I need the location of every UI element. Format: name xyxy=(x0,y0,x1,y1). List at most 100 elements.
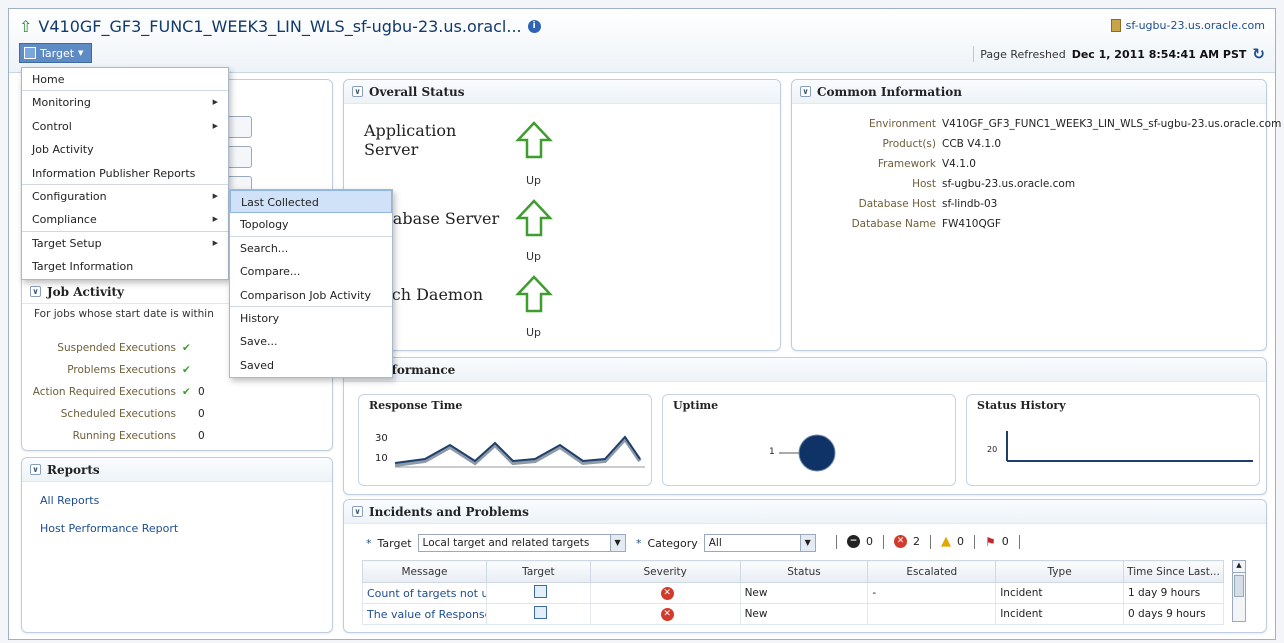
column-header[interactable]: Time Since Last... xyxy=(1123,560,1224,583)
performance-header: ∨ Performance xyxy=(344,358,1266,382)
scroll-up-icon[interactable]: ▲ xyxy=(1233,561,1245,573)
menu-item-label: Topology xyxy=(240,218,289,232)
status-name: Application Server xyxy=(364,121,457,159)
menu-item-configuration[interactable]: Configuration ▶ xyxy=(22,185,228,208)
chevron-down-icon: ▼ xyxy=(799,535,815,551)
menu-item-target-information[interactable]: Target Information xyxy=(22,255,228,278)
menu-item-history[interactable]: History xyxy=(230,307,392,330)
table-row[interactable]: The value of Response ✕ New Incident 0 d… xyxy=(362,603,1224,625)
incident-message-link[interactable]: Count of targets not up xyxy=(362,582,487,604)
fatal-count[interactable]: −0 xyxy=(847,535,873,548)
menu-item-target-setup[interactable]: Target Setup ▶ xyxy=(22,232,228,255)
menu-item-saved[interactable]: Saved xyxy=(230,354,392,377)
all-reports-link[interactable]: All Reports xyxy=(40,494,99,507)
target-cell xyxy=(486,603,591,625)
host-link[interactable]: sf-ugbu-23.us.oracle.com xyxy=(1110,19,1265,32)
menu-item-information-publisher-reports[interactable]: Information Publisher Reports xyxy=(22,162,228,185)
job-row: Problems Executions ✔ xyxy=(22,364,198,376)
menu-item-monitoring[interactable]: Monitoring ▶ xyxy=(22,91,228,114)
scroll-thumb[interactable] xyxy=(1234,575,1244,597)
up-arrow-icon xyxy=(515,275,553,313)
up-arrow-icon: ⇧ xyxy=(19,17,33,36)
menu-item-home[interactable]: Home xyxy=(22,68,228,92)
job-row-value[interactable]: 0 xyxy=(198,430,205,442)
menu-item-job-activity[interactable]: Job Activity xyxy=(22,138,228,161)
menu-item-comparison-job-activity[interactable]: Comparison Job Activity xyxy=(230,284,392,307)
menu-item-search[interactable]: Search... xyxy=(230,237,392,260)
category-filter: * Category All ▼ xyxy=(636,534,816,552)
menu-item-label: History xyxy=(240,311,280,325)
submenu-arrow-icon: ▶ xyxy=(212,98,218,107)
submenu-arrow-icon: ▶ xyxy=(212,121,218,130)
collapse-icon[interactable]: ∨ xyxy=(30,286,41,297)
uptime-title: Uptime xyxy=(673,399,719,412)
info-row: Database Name FW410QGF xyxy=(802,214,1281,234)
menu-item-compliance[interactable]: Compliance ▶ xyxy=(22,208,228,232)
type-cell: Incident xyxy=(995,582,1124,604)
divider xyxy=(836,534,837,549)
vertical-scrollbar[interactable]: ▲ xyxy=(1232,560,1246,622)
job-row-value[interactable]: 0 xyxy=(198,386,205,398)
target-filter-value: Local target and related targets xyxy=(422,537,590,549)
host-performance-report-link[interactable]: Host Performance Report xyxy=(40,522,178,535)
job-row-value[interactable]: 0 xyxy=(198,408,205,420)
menu-item-control[interactable]: Control ▶ xyxy=(22,115,228,138)
status-cell: New xyxy=(739,582,869,604)
incidents-header: ∨ Incidents and Problems xyxy=(344,500,1266,524)
target-menu-button[interactable]: Target ▼ xyxy=(19,43,93,63)
info-row: Database Host sf-lindb-03 xyxy=(802,194,1281,214)
critical-count[interactable]: ✕ 2 xyxy=(894,535,920,548)
collapse-icon[interactable]: ∨ xyxy=(352,86,363,97)
check-icon: ✔ xyxy=(182,386,191,398)
page-refreshed-label: Page Refreshed xyxy=(980,47,1066,61)
menu-item-save[interactable]: Save... xyxy=(230,330,392,353)
y-tick-label: 10 xyxy=(375,453,388,464)
status-row: Application Server xyxy=(364,120,554,160)
job-activity-intro: For jobs whose start date is within xyxy=(34,308,214,320)
column-header[interactable]: Severity xyxy=(589,560,741,583)
menu-item-last-collected[interactable]: Last Collected xyxy=(230,190,392,214)
target-filter-select[interactable]: Local target and related targets ▼ xyxy=(417,534,626,552)
category-filter-select[interactable]: All ▼ xyxy=(703,534,816,552)
severity-cell: ✕ xyxy=(589,603,741,625)
severity-counts: −0 ✕ 2 ▲ 0 ⚑ 0 xyxy=(836,534,1020,549)
menu-item-compare[interactable]: Compare... xyxy=(230,260,392,283)
column-header[interactable]: Type xyxy=(995,560,1124,583)
collapse-icon[interactable]: ∨ xyxy=(352,506,363,517)
info-row: Product(s) CCB V4.1.0 xyxy=(802,134,1281,154)
uptime-pie xyxy=(779,434,836,472)
info-icon[interactable]: i xyxy=(527,20,541,33)
menu-item-label: Home xyxy=(32,73,65,86)
flag-icon: ⚑ xyxy=(985,534,996,549)
target-type-icon[interactable] xyxy=(533,585,547,598)
collapse-icon[interactable]: ∨ xyxy=(800,86,811,97)
info-value: sf-ugbu-23.us.oracle.com xyxy=(942,178,1076,190)
refresh-icon[interactable]: ↻ xyxy=(1252,45,1265,63)
menu-item-label: Monitoring xyxy=(32,96,91,110)
submenu-arrow-icon: ▶ xyxy=(212,238,218,247)
main-window: ⇧ V410GF_GF3_FUNC1_WEEK3_LIN_WLS_sf-ugbu… xyxy=(8,8,1281,640)
column-header[interactable]: Status xyxy=(739,560,869,583)
host-link-text[interactable]: sf-ugbu-23.us.oracle.com xyxy=(1126,19,1265,32)
column-header[interactable]: Message xyxy=(362,560,487,583)
info-row: Framework V4.1.0 xyxy=(802,154,1281,174)
info-value: FW410QGF xyxy=(942,218,1001,230)
table-header-row: Message Target Severity Status Escalated… xyxy=(362,560,1224,583)
chevron-down-icon: ▼ xyxy=(609,535,625,551)
severity-cell: ✕ xyxy=(589,582,741,604)
collapse-icon[interactable]: ∨ xyxy=(30,464,41,475)
table-row[interactable]: Count of targets not up ✕ New - Incident… xyxy=(362,582,1224,604)
warning-count[interactable]: ▲ 0 xyxy=(941,534,964,549)
incident-message-link[interactable]: The value of Response xyxy=(362,603,487,625)
column-header[interactable]: Escalated xyxy=(867,560,997,583)
status-up-text: Up xyxy=(526,326,542,339)
incidents-panel: ∨ Incidents and Problems * Target Local … xyxy=(343,499,1267,633)
target-type-icon[interactable] xyxy=(533,606,547,619)
escalated-count[interactable]: ⚑ 0 xyxy=(985,535,1009,549)
info-row: Host sf-ugbu-23.us.oracle.com xyxy=(802,174,1281,194)
menu-item-topology[interactable]: Topology xyxy=(230,213,392,237)
category-filter-value: All xyxy=(708,537,722,549)
common-information-header: ∨ Common Information xyxy=(792,80,1266,104)
column-header[interactable]: Target xyxy=(486,560,591,583)
reports-panel: ∨ Reports All Reports Host Performance R… xyxy=(21,457,333,633)
